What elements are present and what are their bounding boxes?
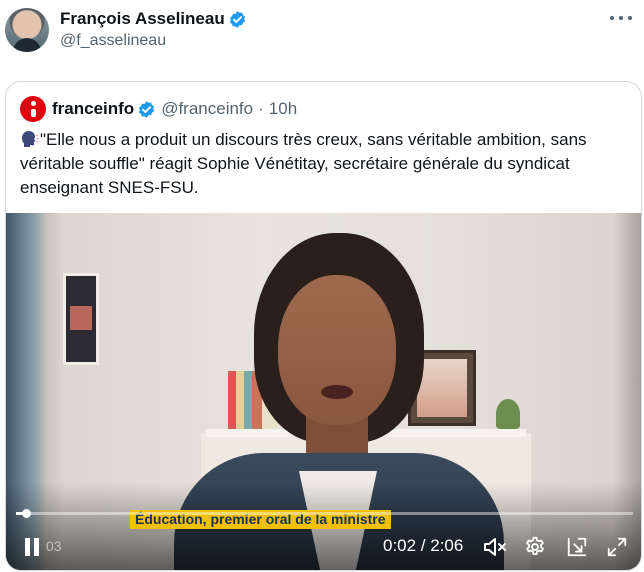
more-horizontal-icon (610, 16, 614, 20)
author-name-row: François Asselineau (60, 9, 247, 29)
quoted-header: franceinfo @franceinfo · 10h (20, 96, 297, 122)
verified-badge-icon (228, 10, 247, 29)
picture-in-picture-button[interactable] (566, 532, 590, 562)
verified-badge-icon (137, 100, 156, 119)
pause-icon (25, 538, 39, 556)
video-scene-poster (63, 273, 99, 365)
author-handle[interactable]: @f_asselineau (60, 31, 247, 51)
quoted-text: "Elle nous a produit un discours très cr… (20, 128, 630, 200)
pause-button[interactable] (24, 532, 44, 562)
more-options-button[interactable] (610, 10, 632, 26)
quoted-text-body: "Elle nous a produit un discours très cr… (20, 130, 587, 197)
gear-icon (526, 536, 544, 555)
speaking-head-icon (20, 130, 39, 148)
quoted-author-handle[interactable]: @franceinfo (161, 99, 253, 119)
picture-in-picture-icon (567, 537, 587, 557)
video-progress-bar[interactable] (16, 509, 633, 518)
more-dot (628, 16, 632, 20)
settings-button[interactable] (524, 532, 548, 562)
quoted-author-name[interactable]: franceinfo (52, 99, 134, 119)
expand-icon (607, 537, 627, 557)
author-names: François Asselineau @f_asselineau (60, 9, 247, 51)
video-time-display: 0:02 / 2:06 (383, 536, 464, 555)
fullscreen-button[interactable] (606, 532, 630, 562)
video-speaker-mouth (321, 385, 353, 399)
video-progress-handle[interactable] (21, 509, 31, 518)
more-dot (619, 16, 623, 20)
meta-separator: · (258, 99, 264, 118)
video-player[interactable]: Éducation, premier oral de la ministre 0… (6, 213, 641, 570)
unmute-button[interactable] (483, 532, 509, 562)
author-avatar[interactable] (5, 8, 49, 52)
video-scene-plant (496, 399, 520, 429)
quoted-timestamp[interactable]: 10h (269, 99, 297, 119)
video-speaker-face (278, 275, 396, 425)
quoted-post[interactable]: franceinfo @franceinfo · 10h "Elle nous … (5, 81, 642, 571)
author-display-name[interactable]: François Asselineau (60, 9, 225, 29)
franceinfo-logo-icon[interactable] (20, 96, 46, 122)
muted-speaker-icon (484, 538, 506, 556)
video-time-faded: 03 (46, 538, 62, 554)
post-author[interactable]: François Asselineau @f_asselineau (5, 6, 247, 54)
